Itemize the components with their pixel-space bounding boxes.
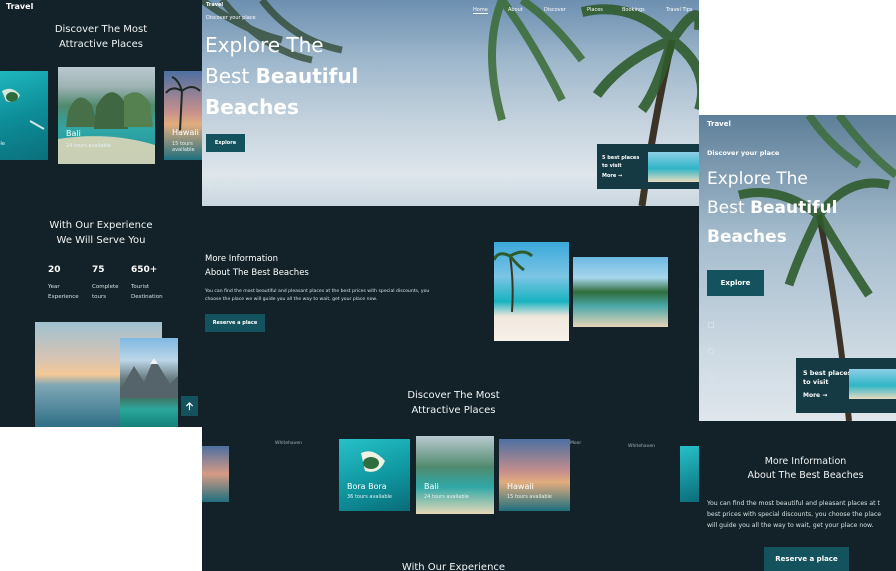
experience-title: With Our Experience We Will Serve You <box>49 220 153 246</box>
stat-years-label: Year Experience <box>48 284 79 300</box>
card-sub-bora-bora: 36 tours available <box>347 494 392 500</box>
broken-image-whitehaven-2: Whitehaven <box>628 444 655 449</box>
island-illustration <box>361 451 385 472</box>
card-sub-text: 36 tours available <box>0 141 5 147</box>
nav-bookings[interactable]: Bookings <box>622 7 645 13</box>
twitter-icon[interactable] <box>708 374 714 380</box>
stat-destinations-label: Tourist Destination <box>131 284 163 300</box>
right-hero-subtitle: Discover your place <box>707 149 780 157</box>
card-sub-hawaii: 15 tours available <box>172 141 195 153</box>
place-card-bali-desktop[interactable]: Bali 24 tours available <box>416 436 494 514</box>
right-about-body: You can find the most beautiful and plea… <box>707 500 882 529</box>
card-title-bali: Bali <box>66 129 81 138</box>
center-desktop-panel: Travel Home About Discover Places Bookin… <box>202 0 699 571</box>
broken-image-whitehaven: Whitehaven <box>275 441 302 446</box>
right-more-link[interactable]: More → <box>803 392 827 399</box>
explore-button[interactable]: Explore <box>206 134 245 152</box>
best-places-thumb <box>648 152 699 182</box>
place-card-hawaii[interactable]: Hawaii 15 tours available <box>164 71 202 160</box>
right-reserve-button[interactable]: Reserve a place <box>764 547 849 571</box>
hero-section: Travel Home About Discover Places Bookin… <box>202 0 699 206</box>
stat-tours-label: Complete tours <box>92 284 119 300</box>
best-places-text: 5 best places to visit <box>602 155 640 169</box>
place-card-bora-bora[interactable]: 36 tours available <box>0 71 48 160</box>
place-card-bora-bora-desktop[interactable]: Bora Bora 36 tours available <box>339 439 410 511</box>
right-brand[interactable]: Travel <box>707 120 731 128</box>
scroll-top-button[interactable] <box>181 396 198 416</box>
place-card-bali[interactable]: Bali 24 tours available <box>58 67 155 164</box>
card-sub-bali: 24 tours available <box>66 143 111 149</box>
card-sub-hawaii-desktop: 15 tours available <box>507 494 552 500</box>
about-body: You can find the most beautiful and plea… <box>205 289 430 302</box>
more-link[interactable]: More → <box>602 173 622 179</box>
nav-home[interactable]: Home <box>473 7 488 14</box>
card-title-hawaii-desktop: Hawaii <box>507 482 534 491</box>
brand-logo[interactable]: Travel <box>6 2 33 11</box>
mountain-lake-photo <box>120 338 178 427</box>
place-card-hawaii-desktop[interactable]: Hawaii 15 tours available <box>499 439 570 511</box>
right-best-places-card[interactable]: 5 best places to visit More → <box>796 358 896 413</box>
partial-card-right[interactable] <box>680 446 699 502</box>
partial-card-left[interactable] <box>202 446 229 502</box>
bali-cliffs-illustration <box>58 92 155 164</box>
tropical-shore-photo <box>573 257 668 327</box>
card-title-bali-desktop: Bali <box>424 482 439 491</box>
card-title-hawaii: Hawaii <box>172 128 199 137</box>
right-mobile-panel: Travel Discover your place Explore The B… <box>699 115 896 571</box>
right-about-title: More Information About The Best Beaches <box>747 456 864 481</box>
nav-discover[interactable]: Discover <box>544 7 566 13</box>
instagram-icon[interactable] <box>225 181 231 187</box>
best-places-card[interactable]: 5 best places to visit More → <box>597 144 699 189</box>
facebook-icon[interactable] <box>205 181 211 187</box>
stat-destinations-value: 650+ <box>131 265 158 275</box>
instagram-icon[interactable] <box>708 348 714 354</box>
experience-title-desktop: With Our Experience <box>401 562 506 571</box>
island-illustration <box>2 88 45 130</box>
broken-image-moor: Moor <box>570 441 582 446</box>
palm-illustration <box>494 250 534 313</box>
left-mobile-panel: Travel Discover The Most Attractive Plac… <box>0 0 202 427</box>
hero-subtitle: Discover your place <box>206 15 256 21</box>
desktop-brand[interactable]: Travel <box>206 2 223 8</box>
right-hero: Travel Discover your place Explore The B… <box>699 115 896 421</box>
reserve-button[interactable]: Reserve a place <box>205 314 265 332</box>
discover-title: Discover The Most Attractive Places <box>54 24 148 50</box>
right-best-places-text: 5 best places to visit <box>803 369 852 386</box>
stat-tours-value: 75 <box>92 265 105 275</box>
stat-years-value: 20 <box>48 265 61 275</box>
right-best-places-thumb <box>849 369 896 399</box>
discover-title-desktop: Discover The Most Attractive Places <box>407 390 500 416</box>
facebook-icon[interactable] <box>708 322 714 328</box>
nav-about[interactable]: About <box>508 7 523 13</box>
beach-palm-photo <box>494 242 569 341</box>
card-title-bora-bora: Bora Bora <box>347 482 387 491</box>
right-hero-title: Explore The Best Beautiful Beaches <box>707 169 838 247</box>
right-explore-button[interactable]: Explore <box>707 270 764 296</box>
about-title: More Information About The Best Beaches <box>205 254 309 278</box>
arrow-up-icon <box>185 401 194 410</box>
card-sub-bali-desktop: 24 tours available <box>424 494 469 500</box>
mountains-illustration <box>120 358 178 398</box>
nav-places[interactable]: Places <box>587 7 603 13</box>
hero-title: Explore The Best Beautiful Beaches <box>205 33 359 119</box>
nav-travel-tips[interactable]: Travel Tips <box>666 7 693 13</box>
twitter-icon[interactable] <box>244 181 250 187</box>
